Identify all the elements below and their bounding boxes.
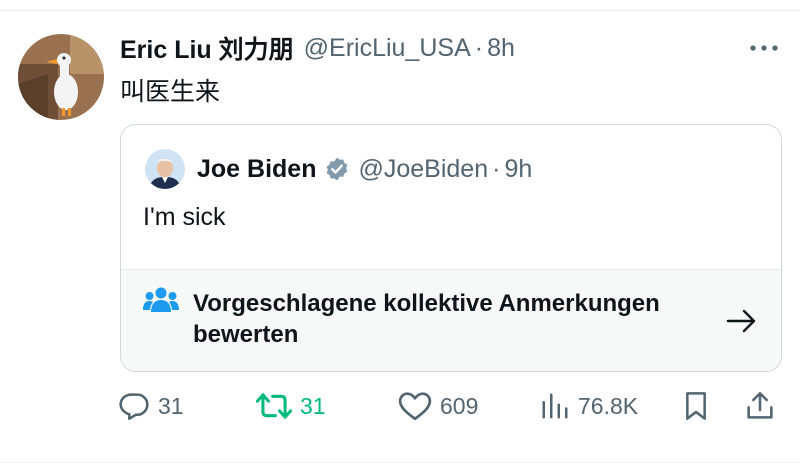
quoted-tweet-header: Joe Biden @JoeBiden · 9h xyxy=(145,147,532,191)
author-name[interactable]: Eric Liu 刘力朋 xyxy=(120,30,294,66)
like-icon xyxy=(398,392,432,421)
tweet-timestamp[interactable]: 8h xyxy=(487,34,515,63)
community-notes-label: Vorgeschlagene kollektive Anmerkungen be… xyxy=(193,290,660,348)
author-handle[interactable]: @EricLiu_USA xyxy=(304,34,471,63)
views-count: 76.8K xyxy=(578,392,639,419)
retweet-icon xyxy=(256,393,292,419)
quoted-tweet-text: I'm sick xyxy=(143,203,226,231)
like-count: 609 xyxy=(440,392,479,419)
reply-icon xyxy=(119,393,149,420)
more-horizontal-icon xyxy=(750,45,778,51)
views-icon xyxy=(542,393,568,419)
quoted-tweet-card[interactable]: Joe Biden @JoeBiden · 9h I'm sick Vorges… xyxy=(120,124,782,372)
views-button[interactable]: 76.8K xyxy=(540,384,638,428)
tweet-action-bar: 31 31 609 76.8K xyxy=(0,384,800,428)
bottom-divider xyxy=(0,462,800,463)
quoted-tweet-timestamp[interactable]: 9h xyxy=(504,155,532,184)
verified-gray-badge-icon xyxy=(324,156,350,182)
quoted-author-name[interactable]: Joe Biden xyxy=(197,155,316,184)
retweet-button[interactable]: 31 xyxy=(256,384,326,428)
people-group-icon xyxy=(143,286,179,316)
author-avatar[interactable] xyxy=(18,34,104,120)
top-divider xyxy=(0,10,800,11)
reply-count: 31 xyxy=(158,392,184,419)
like-button[interactable]: 609 xyxy=(398,384,478,428)
bookmark-icon xyxy=(686,392,706,420)
arrow-right-icon xyxy=(725,306,759,336)
quoted-author-avatar[interactable] xyxy=(145,149,185,189)
more-options-button[interactable] xyxy=(748,36,780,60)
reply-button[interactable]: 31 xyxy=(118,384,184,428)
quoted-author-handle[interactable]: @JoeBiden xyxy=(358,155,488,184)
retweet-count: 31 xyxy=(300,392,326,419)
bookmark-button[interactable] xyxy=(680,384,712,428)
tweet-text: 叫医生来 xyxy=(120,78,221,106)
share-icon xyxy=(747,392,773,419)
share-button[interactable] xyxy=(744,384,776,428)
tweet-header: Eric Liu 刘力朋 @EricLiu_USA · 8h xyxy=(120,30,515,66)
separator-dot: · xyxy=(492,154,501,183)
rate-community-notes-button[interactable]: Vorgeschlagene kollektive Anmerkungen be… xyxy=(121,269,781,371)
separator-dot: · xyxy=(474,33,484,62)
